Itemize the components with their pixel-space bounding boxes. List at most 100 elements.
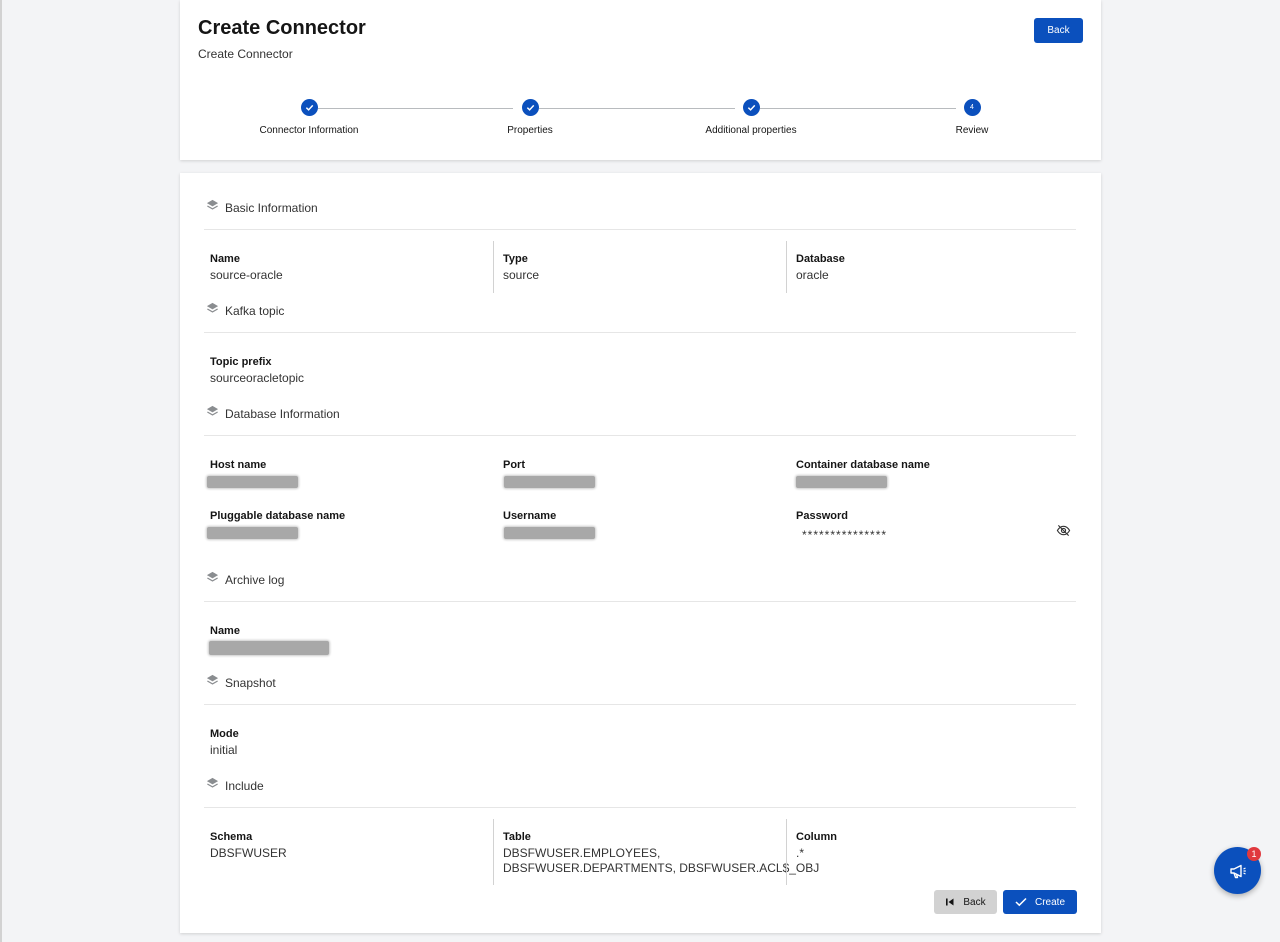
wizard-stepper: Connector Information Properties Additio…: [180, 98, 1101, 148]
column-separator: [493, 819, 494, 885]
step-label: Properties: [507, 125, 553, 136]
step-label: Additional properties: [705, 125, 797, 136]
step-review[interactable]: 4 Review: [892, 98, 1052, 136]
step-number: 4: [963, 99, 981, 116]
eye-slash-icon[interactable]: [1056, 523, 1071, 538]
field-topic-prefix: Topic prefix sourceoracletopic: [210, 356, 304, 386]
check-icon: [521, 99, 539, 116]
section-snapshot: Snapshot: [206, 673, 276, 693]
step-label: Connector Information: [259, 125, 359, 136]
section-kafka-topic: Kafka topic: [206, 301, 284, 321]
field-container-database-name: Container database name: [796, 459, 930, 471]
header-back-button[interactable]: Back: [1034, 18, 1083, 43]
section-basic-information: Basic Information: [206, 198, 318, 218]
field-name: Name source-oracle: [210, 253, 283, 283]
check-icon: [1015, 897, 1027, 907]
field-value: DBSFWUSER.EMPLOYEES,: [503, 846, 661, 860]
step-additional-properties[interactable]: Additional properties: [671, 98, 831, 136]
redacted-value: [504, 476, 595, 488]
field-table: Table DBSFWUSER.EMPLOYEES, DBSFWUSER.DEP…: [503, 831, 819, 876]
field-password: Password ***************: [796, 510, 887, 543]
section-title: Basic Information: [225, 201, 318, 215]
field-value: ***************: [802, 528, 888, 542]
redacted-value: [207, 527, 298, 539]
back-button-label: Back: [963, 896, 986, 908]
page-subtitle: Create Connector: [198, 47, 293, 61]
field-host-name: Host name: [210, 459, 266, 471]
section-title: Snapshot: [225, 676, 276, 690]
section-title: Archive log: [225, 573, 285, 587]
field-pluggable-database-name: Pluggable database name: [210, 510, 345, 522]
layers-icon: [206, 571, 219, 582]
divider: [204, 435, 1076, 436]
field-label: Port: [503, 459, 525, 471]
section-title: Kafka topic: [225, 304, 285, 318]
divider: [204, 704, 1076, 705]
field-mode: Mode initial: [210, 728, 239, 758]
step-label: Review: [955, 125, 989, 136]
field-label: Type: [503, 253, 528, 265]
field-value: oracle: [796, 268, 829, 282]
page-left-border: [0, 0, 2, 942]
field-type: Type source: [503, 253, 539, 283]
field-label: Name: [210, 253, 240, 265]
redacted-value: [209, 641, 329, 655]
field-database: Database oracle: [796, 253, 845, 283]
field-value: initial: [210, 743, 238, 757]
field-label: Mode: [210, 728, 239, 740]
skip-back-icon: [946, 898, 954, 906]
check-icon: [742, 99, 760, 116]
column-separator: [786, 241, 787, 293]
divider: [204, 229, 1076, 230]
divider: [204, 332, 1076, 333]
field-label: Schema: [210, 831, 253, 843]
field-port: Port: [503, 459, 525, 471]
redacted-value: [504, 527, 595, 539]
layers-icon: [206, 199, 219, 210]
layers-icon: [206, 405, 219, 416]
redacted-value: [796, 476, 887, 488]
field-label: Database: [796, 253, 845, 265]
field-value: source-oracle: [210, 268, 283, 282]
field-value: DBSFWUSER: [210, 846, 287, 860]
field-archive-name: Name: [210, 625, 240, 637]
field-column: Column .*: [796, 831, 837, 861]
field-label: Column: [796, 831, 837, 843]
field-label: Name: [210, 625, 240, 637]
notification-badge: 1: [1247, 847, 1261, 861]
header-card: Create Connector Create Connector Back C…: [180, 0, 1101, 160]
page-title: Create Connector: [198, 17, 366, 39]
back-button[interactable]: Back: [934, 890, 997, 914]
layers-icon: [206, 777, 219, 788]
column-separator: [493, 241, 494, 293]
section-title: Database Information: [225, 407, 340, 421]
review-card: Basic Information Name source-oracle Typ…: [180, 173, 1101, 933]
redacted-value: [207, 476, 298, 488]
divider: [204, 807, 1076, 808]
field-label: Table: [503, 831, 531, 843]
column-separator: [786, 819, 787, 885]
field-value: sourceoracletopic: [210, 371, 305, 385]
layers-icon: [206, 302, 219, 313]
step-connector-information[interactable]: Connector Information: [229, 98, 389, 136]
field-label: Password: [796, 510, 848, 522]
section-database-information: Database Information: [206, 404, 340, 424]
field-value: .*: [796, 846, 805, 860]
field-value: DBSFWUSER.DEPARTMENTS, DBSFWUSER.ACL$_OB…: [503, 861, 820, 875]
field-value: source: [503, 268, 540, 282]
field-schema: Schema DBSFWUSER: [210, 831, 287, 861]
field-label: Host name: [210, 459, 267, 471]
section-archive-log: Archive log: [206, 570, 284, 590]
create-button[interactable]: Create: [1003, 890, 1077, 914]
field-label: Username: [503, 510, 557, 522]
section-title: Include: [225, 779, 264, 793]
field-label: Topic prefix: [210, 356, 272, 368]
create-button-label: Create: [1034, 896, 1065, 908]
check-icon: [300, 99, 318, 116]
field-label: Container database name: [796, 459, 930, 471]
layers-icon: [206, 674, 219, 685]
megaphone-icon: [1229, 864, 1246, 878]
field-username: Username: [503, 510, 556, 522]
section-include: Include: [206, 776, 264, 796]
step-properties[interactable]: Properties: [450, 98, 610, 136]
